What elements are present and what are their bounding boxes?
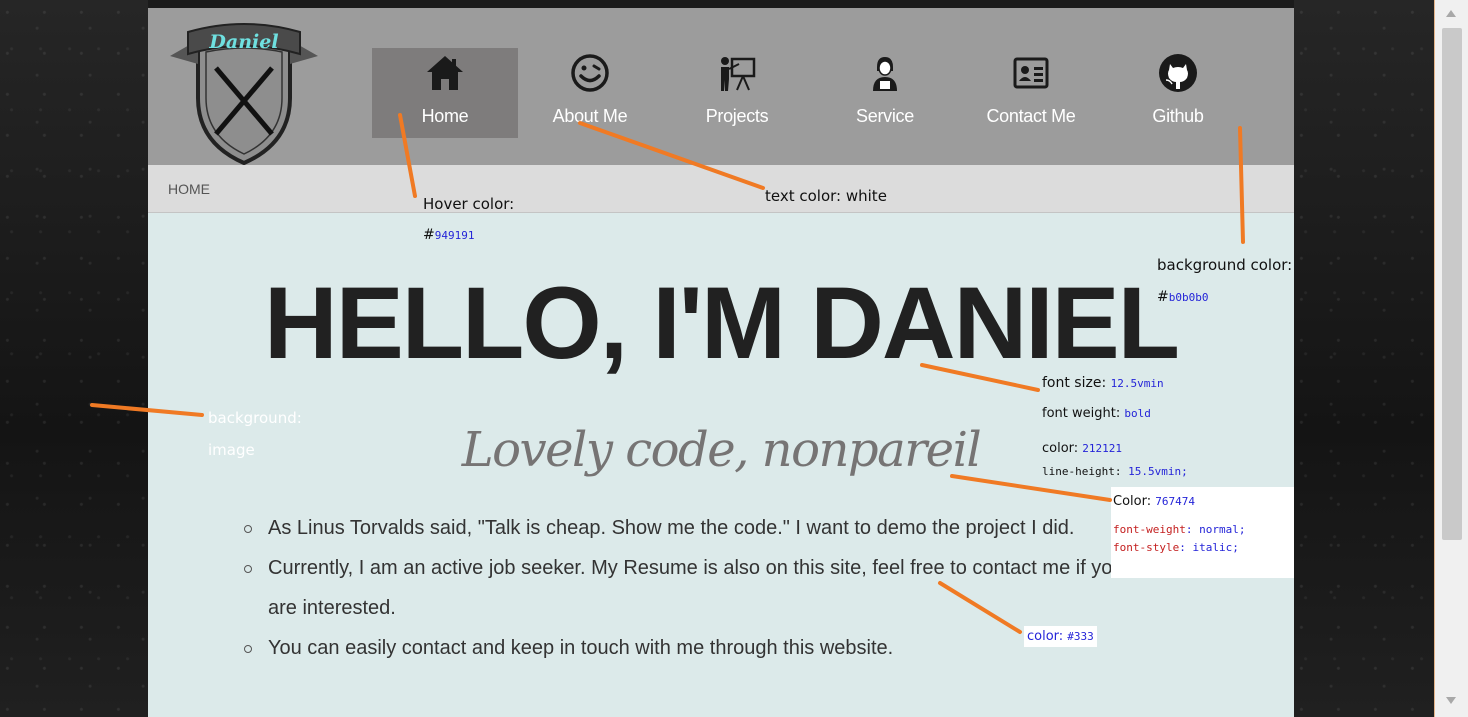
github-icon	[1158, 53, 1198, 93]
line-height-annotation: line-height: 15.5vmin;	[1042, 465, 1188, 478]
sub-weight-prop: font-weight	[1113, 523, 1186, 536]
sub-color-value: 767474	[1155, 495, 1195, 508]
vertical-scrollbar[interactable]	[1434, 0, 1468, 717]
navbar: Daniel Home About Me Projects Service Contac…	[148, 8, 1294, 168]
scrollbar-thumb[interactable]	[1442, 28, 1462, 540]
subtitle-style-annotation: font-style: italic;	[1113, 539, 1239, 555]
list-item: As Linus Torvalds said, "Talk is cheap. …	[244, 508, 1144, 548]
sub-style-value: : italic;	[1179, 541, 1239, 554]
hover-color-annotation: Hover color:	[423, 195, 515, 213]
font-size-value: 12.5vmin	[1110, 377, 1164, 390]
list-item: You can easily contact and keep in touch…	[244, 628, 1144, 668]
font-weight-annotation: font weight: bold	[1042, 406, 1151, 421]
daniel-badge-logo[interactable]: Daniel	[168, 18, 320, 168]
subtitle-weight-annotation: font-weight: normal;	[1113, 521, 1245, 537]
font-weight-value: bold	[1124, 407, 1151, 420]
home-icon	[425, 53, 465, 93]
title-color-value: 212121	[1082, 442, 1123, 455]
page-content: Daniel Home About Me Projects Service Contac…	[148, 0, 1294, 717]
nav-label: Service	[856, 106, 914, 126]
font-size-label: font size:	[1042, 375, 1111, 391]
breadcrumb-bar: HOME	[148, 165, 1294, 213]
nav-item-contact-me[interactable]: Contact Me	[958, 48, 1104, 138]
bullet-color-value: #333	[1067, 630, 1094, 643]
hover-hash: #	[423, 227, 435, 243]
top-strip	[148, 0, 1294, 8]
bg-value: b0b0b0	[1168, 291, 1209, 304]
list-item: Currently, I am an active job seeker. My…	[244, 548, 1144, 628]
text-color-annotation: text color: white	[765, 187, 887, 205]
presentation-icon	[717, 53, 757, 93]
background-annotation: background:	[208, 409, 302, 427]
background-image-left	[0, 0, 148, 717]
line-height-label: line-height:	[1042, 465, 1129, 478]
nav-item-github[interactable]: Github	[1105, 48, 1251, 138]
title-color-label: color:	[1042, 441, 1083, 456]
line-height-value: 15.5vmin;	[1128, 465, 1188, 478]
font-weight-label: font weight:	[1042, 406, 1125, 421]
bullet-color-annotation: color: #333	[1024, 626, 1097, 647]
nav-item-service[interactable]: Service	[812, 48, 958, 138]
nav-item-projects[interactable]: Projects	[664, 48, 810, 138]
nav-label: Contact Me	[986, 106, 1076, 126]
background-color-annotation: background color:	[1157, 256, 1293, 274]
nav-label: Projects	[705, 106, 769, 126]
title-color-annotation: color: 212121	[1042, 441, 1122, 456]
page-title: HELLO, I'M DANIEL	[264, 266, 1180, 380]
intro-list: As Linus Torvalds said, "Talk is cheap. …	[244, 508, 1144, 668]
sub-style-prop: font-style	[1113, 541, 1180, 554]
nav-label: Github	[1152, 106, 1204, 126]
nav-item-home[interactable]: Home	[372, 48, 518, 138]
nav-item-about-me[interactable]: About Me	[517, 48, 663, 138]
scroll-down-arrow-icon[interactable]	[1446, 697, 1456, 704]
sub-weight-value: : normal;	[1185, 523, 1246, 536]
nav-label: Home	[421, 106, 469, 126]
background-image-right	[1294, 0, 1434, 717]
bullet-color-label: color:	[1027, 629, 1068, 644]
smiley-icon	[570, 53, 610, 93]
contact-card-icon	[1011, 53, 1051, 93]
scroll-up-arrow-icon[interactable]	[1446, 10, 1456, 17]
hover-color-value: #949191	[423, 227, 474, 243]
logo-name: Daniel	[208, 31, 278, 53]
breadcrumb[interactable]: HOME	[168, 181, 210, 197]
sub-color-label: Color:	[1113, 494, 1156, 509]
font-size-annotation: font size: 12.5vmin	[1042, 375, 1164, 391]
person-icon	[865, 53, 905, 93]
hover-value: 949191	[434, 229, 475, 242]
background-color-value: #b0b0b0	[1157, 289, 1208, 305]
subtitle-color-annotation: Color: 767474	[1113, 494, 1195, 509]
bg-hash: #	[1157, 289, 1169, 305]
nav-label: About Me	[552, 106, 628, 126]
background-annotation-value: image	[208, 441, 255, 459]
